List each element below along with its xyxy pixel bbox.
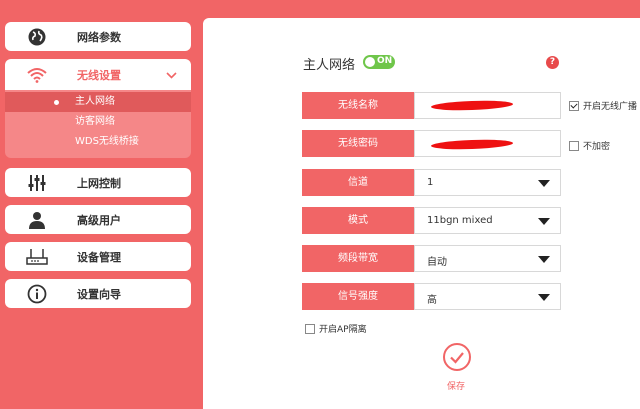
password-label: 无线密码: [302, 130, 414, 157]
toggle-label: ON: [377, 56, 393, 66]
submenu-item-wds-bridge[interactable]: WDS无线桥接: [5, 132, 191, 152]
sidebar-item-label: 上网控制: [77, 176, 121, 190]
mode-label: 模式: [302, 207, 414, 234]
ssid-label: 无线名称: [302, 92, 414, 119]
save-label: 保存: [447, 382, 466, 392]
mode-row: 模式 11bgn mixed: [302, 207, 561, 234]
sidebar-item-network-params[interactable]: 网络参数: [5, 22, 191, 51]
redaction-mark: [430, 99, 514, 112]
toggle-knob: [365, 57, 375, 67]
broadcast-label: 开启无线广播: [583, 102, 638, 112]
ssid-input[interactable]: [414, 92, 561, 119]
signal-label: 信号强度: [302, 283, 414, 310]
submenu-label: 主人网络: [75, 96, 115, 107]
dropdown-arrow-icon: [538, 218, 550, 225]
bandwidth-label: 频段带宽: [302, 245, 414, 272]
watermark-text: 悟空问答: [537, 373, 586, 387]
info-icon: [23, 284, 51, 304]
no-encrypt-checkbox-group[interactable]: 不加密: [569, 139, 610, 152]
submenu-item-host-network[interactable]: 主人网络: [5, 92, 191, 112]
router-icon: [23, 247, 51, 267]
help-icon[interactable]: ?: [546, 56, 559, 69]
channel-value: 1: [427, 177, 434, 188]
password-input[interactable]: [414, 130, 561, 157]
signal-select[interactable]: 高: [414, 283, 561, 310]
sidebar-item-label: 高级用户: [77, 213, 121, 227]
submenu-item-guest-network[interactable]: 访客网络: [5, 112, 191, 132]
sidebar-item-label: 设备管理: [77, 250, 121, 264]
page-title: 主人网络: [303, 58, 356, 73]
bandwidth-select[interactable]: 自动: [414, 245, 561, 272]
no-encrypt-checkbox[interactable]: [569, 140, 579, 151]
user-icon: [23, 210, 51, 230]
wireless-toggle[interactable]: ON: [363, 55, 395, 69]
checkmark-icon: [450, 352, 464, 364]
sliders-icon: [23, 173, 51, 193]
no-encrypt-label: 不加密: [583, 142, 611, 152]
chevron-down-icon: [166, 68, 177, 82]
sidebar: 网络参数 无线设置 主人网络 访客网络 WDS无线桥接 上网控制 高级用户 设备…: [0, 0, 200, 409]
channel-row: 信道 1: [302, 169, 561, 196]
broadcast-checkbox-group[interactable]: 开启无线广播: [569, 99, 637, 112]
save-button[interactable]: [443, 343, 471, 371]
submenu-label: WDS无线桥接: [75, 136, 139, 147]
signal-value: 高: [427, 295, 437, 306]
mode-select[interactable]: 11bgn mixed: [414, 207, 561, 234]
channel-label: 信道: [302, 169, 414, 196]
ap-isolation-checkbox-group[interactable]: 开启AP隔离: [305, 322, 367, 335]
sidebar-item-advanced-users[interactable]: 高级用户: [5, 205, 191, 234]
ap-isolation-label: 开启AP隔离: [319, 325, 367, 335]
watermark: 悟空问答: [515, 371, 585, 388]
wifi-icon: [23, 65, 51, 85]
bandwidth-value: 自动: [427, 257, 447, 268]
sidebar-item-device-management[interactable]: 设备管理: [5, 242, 191, 271]
sidebar-item-label: 设置向导: [77, 287, 121, 301]
sidebar-item-label: 网络参数: [77, 30, 121, 44]
ssid-row: 无线名称: [302, 92, 561, 119]
dropdown-arrow-icon: [538, 294, 550, 301]
sidebar-item-access-control[interactable]: 上网控制: [5, 168, 191, 197]
bandwidth-row: 频段带宽 自动: [302, 245, 561, 272]
channel-select[interactable]: 1: [414, 169, 561, 196]
redaction-mark: [430, 138, 514, 151]
submenu-label: 访客网络: [75, 116, 115, 127]
password-row: 无线密码: [302, 130, 561, 157]
signal-row: 信号强度 高: [302, 283, 561, 310]
dropdown-arrow-icon: [538, 180, 550, 187]
main-panel: 主人网络 ON ? 无线名称 开启无线广播 无线密码 不加密 信道 1 模式 1…: [203, 18, 640, 409]
mode-value: 11bgn mixed: [427, 215, 493, 226]
dropdown-arrow-icon: [538, 256, 550, 263]
sidebar-item-label: 无线设置: [77, 68, 121, 82]
broadcast-checkbox[interactable]: [569, 100, 579, 111]
ap-isolation-checkbox[interactable]: [305, 323, 315, 334]
sidebar-item-setup-wizard[interactable]: 设置向导: [5, 279, 191, 308]
wireless-submenu: 主人网络 访客网络 WDS无线桥接: [5, 90, 191, 158]
selected-dot-icon: [54, 100, 59, 105]
chat-bubble-icon: [516, 372, 532, 387]
globe-icon: [23, 27, 51, 47]
sidebar-item-wireless-settings[interactable]: 无线设置: [5, 59, 191, 90]
